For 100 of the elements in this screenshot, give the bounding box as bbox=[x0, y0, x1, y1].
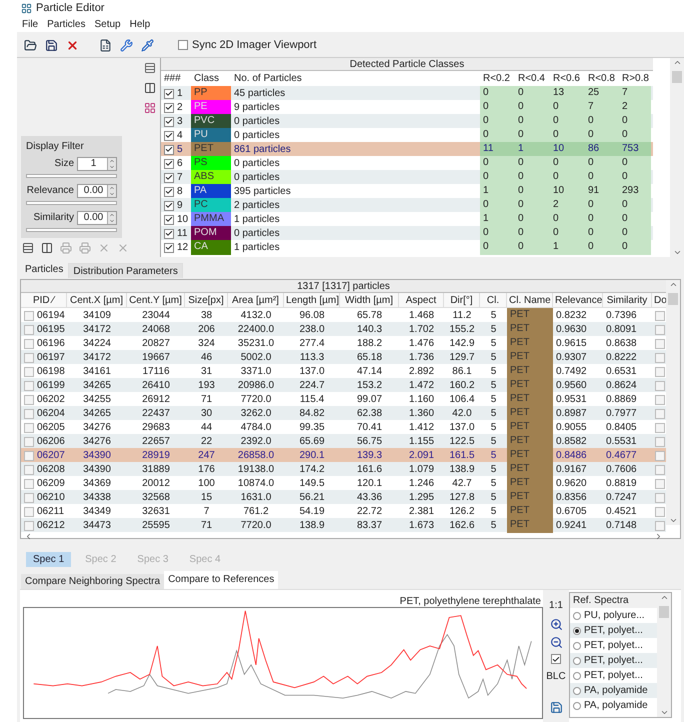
radio-button[interactable] bbox=[573, 642, 581, 650]
open-folder-icon[interactable] bbox=[24, 38, 37, 52]
checkbox[interactable] bbox=[24, 366, 34, 376]
checkbox[interactable] bbox=[655, 464, 665, 474]
checkbox[interactable] bbox=[24, 436, 34, 446]
checkbox[interactable] bbox=[164, 130, 174, 140]
checkbox[interactable] bbox=[655, 366, 665, 376]
column-header[interactable]: ### bbox=[161, 71, 191, 86]
checkbox[interactable] bbox=[164, 242, 174, 252]
save-icon[interactable] bbox=[45, 38, 58, 52]
class-row[interactable]: 4 PU 0 particles 0 0 0 0 0 bbox=[161, 128, 653, 142]
class-row[interactable]: 12 CA 1 particles 0 0 1 0 0 bbox=[161, 240, 653, 254]
checkbox[interactable] bbox=[24, 520, 34, 530]
scroll-right-icon[interactable] bbox=[654, 532, 663, 541]
scroll-up-icon[interactable] bbox=[672, 58, 682, 67]
particle-row[interactable]: 06207 34390 28919 247 26858.0 290.1 139.3 2.091 161.5 5 PET 0.8486 0.4677 bbox=[21, 448, 666, 462]
class-row[interactable]: 5 PET 861 particles 11 1 10 86 753 bbox=[161, 142, 653, 156]
pipette-icon[interactable] bbox=[141, 38, 154, 52]
column-header[interactable]: R<0.8 bbox=[585, 71, 619, 86]
export-icon[interactable] bbox=[550, 701, 562, 714]
particle-row[interactable]: 06198 34161 17116 31 3371.0 137.0 47.14 2.892 86.1 5 PET 0.7492 0.6531 bbox=[21, 364, 666, 378]
class-row[interactable]: 9 PC 2 particles 0 0 2 0 0 bbox=[161, 198, 653, 212]
spec-tab[interactable]: Spec 1 bbox=[26, 552, 72, 567]
spin-up-icon[interactable] bbox=[109, 158, 115, 164]
particle-row[interactable]: 06209 34369 20012 100 10874.0 149.5 120.1 1.246 42.7 5 PET 0.9620 0.8819 bbox=[21, 476, 666, 490]
color-grid-icon[interactable] bbox=[144, 102, 156, 114]
scroll-down-icon[interactable] bbox=[672, 248, 682, 257]
scrollbar[interactable] bbox=[666, 280, 680, 525]
radio-button[interactable] bbox=[573, 626, 581, 634]
scroll-left-icon[interactable] bbox=[24, 532, 33, 541]
checkbox[interactable] bbox=[164, 186, 174, 196]
checkbox[interactable] bbox=[164, 144, 174, 154]
particle-row[interactable]: 06196 34224 20827 324 35231.0 277.4 188.2 1.476 142.9 5 PET 0.9615 0.8638 bbox=[21, 336, 666, 350]
ref-spectrum-item[interactable]: PET, polyet... bbox=[570, 623, 657, 638]
scroll-thumb[interactable] bbox=[668, 293, 678, 305]
radio-button[interactable] bbox=[573, 686, 581, 694]
checkbox[interactable] bbox=[24, 352, 34, 362]
particle-row[interactable]: 06202 34255 26912 71 7720.0 115.4 99.07 1.160 106.4 5 PET 0.9531 0.8869 bbox=[21, 392, 666, 406]
menu-item[interactable]: Setup bbox=[94, 17, 121, 32]
radio-button[interactable] bbox=[573, 702, 581, 710]
checkbox[interactable] bbox=[655, 338, 665, 348]
wrench-icon[interactable] bbox=[120, 38, 133, 52]
column-header[interactable]: Class bbox=[191, 71, 231, 86]
particle-row[interactable]: 06205 34276 29683 44 4784.0 99.35 70.41 1.412 137.0 5 PET 0.9055 0.8405 bbox=[21, 420, 666, 434]
class-row[interactable]: 6 PS 0 particles 0 0 0 0 0 bbox=[161, 156, 653, 170]
scroll-up-icon[interactable] bbox=[668, 280, 678, 289]
checkbox[interactable] bbox=[24, 338, 34, 348]
particle-row[interactable]: 06197 34172 19667 46 5002.0 113.3 65.18 1.736 129.7 5 PET 0.9307 0.8222 bbox=[21, 350, 666, 364]
columns-icon[interactable] bbox=[144, 82, 156, 94]
zoom-out-icon[interactable] bbox=[550, 636, 562, 649]
checkbox[interactable] bbox=[551, 654, 561, 664]
checkbox[interactable] bbox=[24, 478, 34, 488]
tab[interactable]: Compare to References bbox=[164, 571, 278, 589]
spin-up-icon[interactable] bbox=[109, 212, 115, 218]
spin-down-icon[interactable] bbox=[109, 164, 115, 170]
radio-button[interactable] bbox=[573, 612, 581, 620]
checkbox[interactable] bbox=[655, 352, 665, 362]
tab[interactable]: Compare Neighboring Spectra bbox=[21, 574, 164, 589]
tab[interactable]: Distribution Parameters bbox=[68, 263, 183, 278]
class-row[interactable]: 2 PE 9 particles 0 0 0 7 2 bbox=[161, 100, 653, 114]
class-row[interactable]: 10 PMMA 1 particles 1 0 0 0 0 bbox=[161, 212, 653, 226]
checkbox[interactable] bbox=[164, 158, 174, 168]
menu-item[interactable]: File bbox=[22, 17, 38, 32]
ref-spectrum-item[interactable]: PA, polyamide bbox=[570, 683, 657, 698]
checkbox[interactable] bbox=[24, 422, 34, 432]
checkbox[interactable] bbox=[164, 214, 174, 224]
scroll-thumb[interactable] bbox=[672, 71, 682, 83]
checkbox[interactable] bbox=[655, 408, 665, 418]
spin-field[interactable]: 0.00 bbox=[77, 210, 117, 224]
scroll-thumb[interactable] bbox=[659, 606, 669, 618]
particle-row[interactable]: 06199 34265 26410 193 20986.0 224.7 153.2 1.472 160.2 5 PET 0.9560 0.8624 bbox=[21, 378, 666, 392]
class-row[interactable]: 7 ABS 0 particles 0 0 0 0 0 bbox=[161, 170, 653, 184]
menu-item[interactable]: Particles bbox=[47, 17, 86, 32]
column-header[interactable]: R>0.8 bbox=[619, 71, 651, 86]
checkbox[interactable] bbox=[655, 422, 665, 432]
zoom-in-icon[interactable] bbox=[550, 618, 562, 631]
column-header[interactable]: R<0.4 bbox=[515, 71, 550, 86]
sync-checkbox[interactable]: Sync 2D Imager Viewport bbox=[178, 36, 317, 54]
spin-up-icon[interactable] bbox=[109, 184, 115, 190]
delete-icon[interactable] bbox=[117, 242, 129, 254]
column-header[interactable]: No. of Particles bbox=[231, 71, 480, 86]
particle-row[interactable]: 06212 34473 25595 71 7720.0 138.9 83.37 1.673 162.6 5 PET 0.9241 0.7148 bbox=[21, 518, 666, 532]
printer-icon[interactable] bbox=[79, 242, 91, 254]
checkbox[interactable] bbox=[655, 478, 665, 488]
particle-row[interactable]: 06210 34338 32568 15 1631.0 56.21 43.36 1.295 127.8 5 PET 0.8356 0.7247 bbox=[21, 490, 666, 504]
spin-down-icon[interactable] bbox=[109, 218, 115, 224]
delete-icon[interactable] bbox=[66, 38, 79, 52]
particle-row[interactable]: 06195 34172 24068 206 22400.0 238.0 140.3 1.702 155.2 5 PET 0.9630 0.8091 bbox=[21, 322, 666, 336]
class-row[interactable]: 11 POM 0 particles 0 0 0 0 0 bbox=[161, 226, 653, 240]
checkbox[interactable] bbox=[24, 408, 34, 418]
particle-row[interactable]: 06208 34390 31889 176 19138.0 174.2 161.6 1.079 138.9 5 PET 0.9167 0.7606 bbox=[21, 462, 666, 476]
checkbox[interactable] bbox=[655, 450, 665, 460]
particle-row[interactable]: 06206 34276 22657 22 2392.0 65.69 56.75 1.155 122.5 5 PET 0.8582 0.5531 bbox=[21, 434, 666, 448]
checkbox[interactable] bbox=[178, 40, 188, 50]
rows-icon[interactable] bbox=[144, 62, 156, 74]
checkbox[interactable] bbox=[24, 394, 34, 404]
checkbox[interactable] bbox=[655, 492, 665, 502]
columns-icon[interactable] bbox=[41, 242, 53, 254]
checkbox[interactable] bbox=[655, 520, 665, 530]
checkbox[interactable] bbox=[164, 172, 174, 182]
